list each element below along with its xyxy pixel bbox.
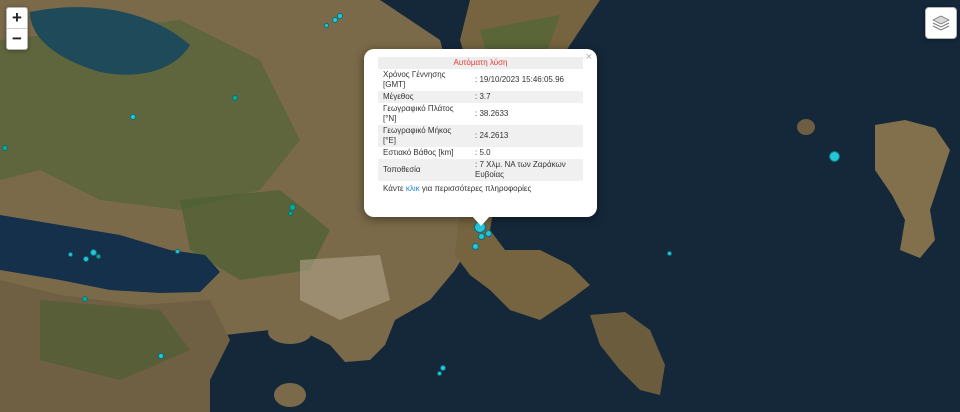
island-small bbox=[797, 119, 815, 135]
earthquake-marker[interactable] bbox=[2, 145, 8, 151]
popup-title: Αυτόματη λύση bbox=[378, 57, 583, 69]
detail-value: : 5.0 bbox=[475, 148, 491, 157]
map-view[interactable]: + − × Αυτόματη λύση Χρόνος Γέννησης [GMT… bbox=[0, 0, 960, 412]
earthquake-marker[interactable] bbox=[68, 252, 73, 257]
zoom-out-button[interactable]: − bbox=[7, 28, 27, 49]
detail-row-depth: Εστιακό Βάθος [km] : 5.0 bbox=[378, 147, 583, 159]
detail-label: Γεωγραφικό Πλάτος [°N] bbox=[383, 104, 454, 123]
earthquake-marker[interactable] bbox=[82, 296, 88, 302]
detail-label: Χρόνος Γέννησης [GMT] bbox=[383, 70, 446, 89]
detail-label: Τοποθεσία bbox=[378, 159, 470, 181]
earthquake-marker[interactable] bbox=[83, 256, 89, 262]
earthquake-popup: × Αυτόματη λύση Χρόνος Γέννησης [GMT] : … bbox=[364, 49, 597, 217]
footer-text: για περισσότερες πληροφορίες bbox=[419, 184, 532, 193]
earthquake-marker[interactable] bbox=[437, 371, 442, 376]
earthquake-marker[interactable] bbox=[332, 17, 338, 23]
popup-close-button[interactable]: × bbox=[586, 51, 592, 63]
earthquake-marker[interactable] bbox=[130, 114, 136, 120]
earthquake-marker[interactable] bbox=[289, 204, 296, 211]
detail-label: Μέγεθος bbox=[378, 91, 470, 103]
detail-row-latitude: Γεωγραφικό Πλάτος [°N] : 38.2633 bbox=[378, 103, 583, 125]
earthquake-marker[interactable] bbox=[337, 13, 343, 19]
detail-row-origin-time: Χρόνος Γέννησης [GMT] : 19/10/2023 15:46… bbox=[378, 69, 583, 91]
island-salamina bbox=[268, 320, 312, 344]
detail-label: Γεωγραφικό Μήκος [°E] bbox=[378, 125, 470, 147]
layers-button[interactable] bbox=[925, 7, 957, 39]
detail-row-longitude: Γεωγραφικό Μήκος [°E] : 24.2613 bbox=[378, 125, 583, 147]
earthquake-marker[interactable] bbox=[96, 254, 101, 259]
earthquake-marker[interactable] bbox=[232, 95, 238, 101]
earthquake-marker[interactable] bbox=[440, 365, 446, 371]
popup-footer: Κάντε κλικ για περισσότερες πληροφορίες bbox=[383, 184, 583, 193]
earthquake-marker[interactable] bbox=[324, 23, 329, 28]
detail-row-magnitude: Μέγεθος : 3.7 bbox=[378, 91, 583, 103]
earthquake-marker[interactable] bbox=[175, 249, 180, 254]
layers-icon bbox=[932, 15, 950, 31]
earthquake-marker[interactable] bbox=[158, 353, 164, 359]
footer-text: Κάντε bbox=[383, 184, 406, 193]
earthquake-marker[interactable] bbox=[485, 230, 492, 237]
more-info-link[interactable]: κλικ bbox=[406, 184, 420, 193]
detail-row-location: Τοποθεσία : 7 Χλμ. ΝΑ των Ζαράκων Ευβοία… bbox=[378, 159, 583, 181]
detail-value: : 19/10/2023 15:46:05.96 bbox=[475, 75, 564, 84]
detail-value: : 38.2633 bbox=[475, 109, 509, 118]
zoom-control: + − bbox=[6, 7, 28, 50]
detail-value: : 7 Χλμ. ΝΑ των Ζαράκων Ευβοίας bbox=[470, 159, 583, 181]
earthquake-marker[interactable] bbox=[829, 151, 840, 162]
earthquake-details-table: Χρόνος Γέννησης [GMT] : 19/10/2023 15:46… bbox=[378, 69, 583, 181]
detail-value: : 24.2613 bbox=[470, 125, 583, 147]
detail-label: Εστιακό Βάθος [km] bbox=[383, 148, 454, 157]
earthquake-marker[interactable] bbox=[478, 233, 485, 240]
earthquake-marker[interactable] bbox=[288, 211, 293, 216]
zoom-in-button[interactable]: + bbox=[7, 8, 27, 28]
detail-value: : 3.7 bbox=[470, 91, 583, 103]
earthquake-marker[interactable] bbox=[472, 243, 479, 250]
popup-tip bbox=[472, 216, 490, 226]
island-aegina bbox=[274, 383, 306, 407]
earthquake-marker[interactable] bbox=[667, 251, 672, 256]
